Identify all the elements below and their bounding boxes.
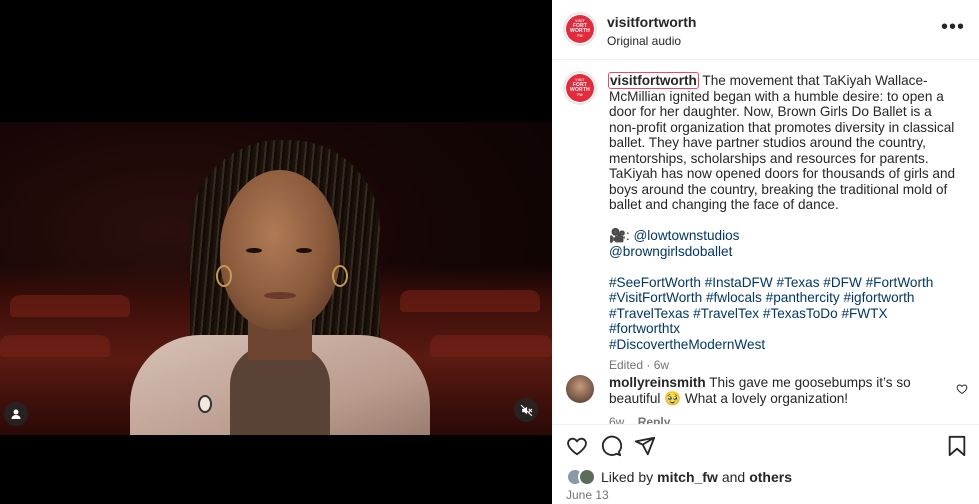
liker-avatar — [578, 468, 596, 486]
header-text: visitfortworth Original audio — [607, 14, 696, 48]
seat-row — [0, 335, 110, 357]
caption-avatar[interactable]: VISIT FORT WORTH FW — [563, 71, 597, 105]
logo-top-text: VISIT — [575, 78, 585, 82]
subject-earring — [216, 265, 232, 287]
liked-by-user[interactable]: mitch_fw — [657, 469, 718, 485]
seat-row — [10, 295, 130, 317]
caption-body: The movement that TaKiyah Wallace-McMill… — [609, 73, 956, 212]
audio-label[interactable]: Original audio — [607, 34, 696, 48]
comments-scroll-area[interactable]: VISIT FORT WORTH FW visitfortworth The m… — [552, 61, 979, 424]
caption: visitfortworth The movement that TaKiyah… — [608, 72, 959, 374]
heart-icon[interactable] — [566, 435, 588, 457]
hashtags-line[interactable]: #SeeFortWorth #InstaDFW #Texas #DFW #For… — [609, 275, 959, 291]
hashtags-line[interactable]: #VisitFortWorth #fwlocals #panthercity #… — [609, 290, 959, 306]
subject-pin — [198, 395, 212, 413]
subject-face — [220, 170, 340, 330]
bookmark-icon[interactable] — [947, 435, 967, 457]
subject-mouth — [264, 292, 296, 299]
more-options-button[interactable]: ••• — [941, 17, 965, 37]
account-avatar[interactable]: VISIT FORT WORTH FW — [563, 12, 597, 46]
liked-by-and: and — [721, 469, 746, 485]
video-subject — [120, 140, 440, 435]
caption-age[interactable]: 6w — [654, 358, 669, 372]
caption-credits: 🎥: @lowtownstudios — [609, 228, 959, 244]
reply-button[interactable]: Reply — [638, 415, 671, 424]
hashtags-line[interactable]: #DiscovertheModernWest — [609, 337, 959, 353]
user-tag-icon — [11, 409, 21, 419]
caption-username[interactable]: visitfortworth — [608, 72, 699, 89]
caption-meta: Edited · 6w — [609, 358, 670, 372]
comment-username[interactable]: mollyreinsmith — [609, 375, 706, 390]
mute-button[interactable] — [514, 398, 538, 422]
post-panel: VISIT FORT WORTH FW visitfortworth Origi… — [552, 0, 979, 504]
edited-label: Edited — [609, 358, 644, 372]
post-header: VISIT FORT WORTH FW visitfortworth Origi… — [552, 0, 979, 60]
subject-earring — [332, 265, 348, 287]
user-tag-button[interactable] — [4, 402, 28, 426]
header-username[interactable]: visitfortworth — [607, 14, 696, 30]
reel-video-pane[interactable] — [0, 0, 552, 504]
likes-summary: Liked by mitch_fw and others — [566, 468, 792, 486]
reel-video-frame[interactable] — [0, 122, 552, 435]
logo-bottom-text: FW — [577, 93, 583, 97]
logo-bottom-text: FW — [577, 34, 583, 38]
visit-fort-worth-logo: VISIT FORT WORTH FW — [566, 15, 594, 43]
more-icon: ••• — [940, 16, 965, 38]
liked-by-prefix: Liked by — [601, 469, 654, 485]
logo-main-text: FORT WORTH — [570, 82, 590, 93]
comment-meta: 6w Reply — [609, 415, 670, 424]
liked-by-others[interactable]: others — [749, 469, 792, 485]
share-icon[interactable] — [634, 435, 656, 457]
comment-icon[interactable] — [600, 435, 622, 457]
hashtags-line[interactable]: #TravelTexas #TravelTex #TexasToDo #FWTX… — [609, 306, 959, 337]
post-actions-bar — [552, 424, 979, 464]
comment-age[interactable]: 6w — [609, 415, 624, 424]
subject-eye — [296, 248, 312, 253]
post-date[interactable]: June 13 — [566, 488, 609, 502]
mention-link[interactable]: @browngirlsdoballet — [609, 244, 959, 260]
credit-prefix: 🎥: — [609, 228, 630, 243]
subject-eye — [246, 248, 262, 253]
commenter-avatar[interactable] — [566, 375, 594, 403]
logo-top-text: VISIT — [575, 19, 585, 23]
mention-link[interactable]: @lowtownstudios — [633, 228, 739, 243]
mute-icon — [520, 404, 532, 416]
visit-fort-worth-logo: VISIT FORT WORTH FW — [566, 74, 594, 102]
logo-main-text: FORT WORTH — [570, 23, 590, 34]
comment-body: mollyreinsmith This gave me goosebumps i… — [609, 375, 939, 406]
like-comment-heart-icon[interactable] — [956, 383, 968, 395]
seat-row — [430, 335, 552, 357]
